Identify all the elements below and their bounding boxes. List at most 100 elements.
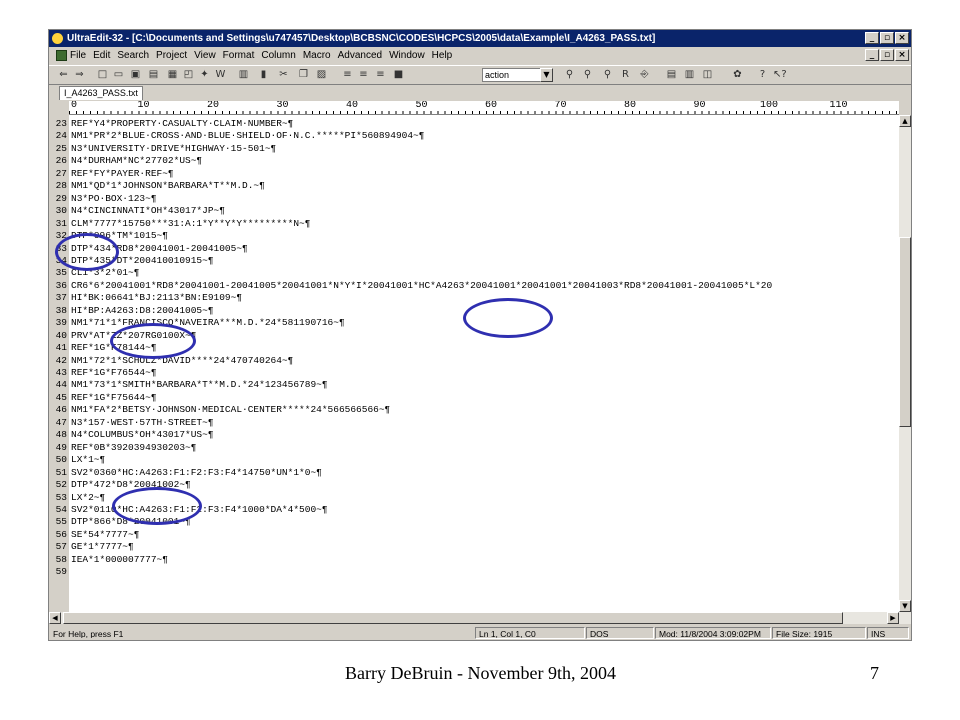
- tile-vertical-icon[interactable]: ▥: [683, 68, 696, 81]
- text-line[interactable]: 49 REF*0B*3920394930203~¶: [49, 442, 197, 454]
- word-wrap-icon[interactable]: W: [214, 68, 227, 81]
- menu-macro[interactable]: Macro: [303, 48, 331, 64]
- find-in-files-icon[interactable]: ⎆: [638, 68, 651, 81]
- vertical-scroll-thumb[interactable]: [899, 237, 911, 427]
- copy-icon[interactable]: ❐: [297, 68, 310, 81]
- document-icon[interactable]: [56, 50, 67, 61]
- text-line[interactable]: 37 HI*BK:06641*BJ:2113*BN:E9109~¶: [49, 292, 242, 304]
- menu-format[interactable]: Format: [223, 48, 255, 64]
- new-file-icon[interactable]: □: [96, 68, 109, 81]
- hex-mode-icon[interactable]: ▥: [237, 68, 250, 81]
- find-icon[interactable]: ⚲: [563, 68, 576, 81]
- text-line[interactable]: 41 REF*1G*F78144~¶: [49, 342, 157, 354]
- replace-icon[interactable]: R: [619, 68, 632, 81]
- menu-view[interactable]: View: [194, 48, 216, 64]
- line-number: 52: [55, 479, 67, 491]
- text-line[interactable]: 26 N4*DURHAM*NC*27702*US~¶: [49, 155, 203, 167]
- text-line[interactable]: 55 DTP*866*D8*20041001~¶: [49, 516, 191, 528]
- scroll-right-icon[interactable]: ▶: [887, 612, 899, 624]
- text-line[interactable]: 31 CLM*7777*15750***31:A:1*Y**Y*Y********…: [49, 218, 311, 230]
- tile-horizontal-icon[interactable]: ▤: [665, 68, 678, 81]
- menu-project[interactable]: Project: [156, 48, 187, 64]
- text-line[interactable]: 24 NM1*PR*2*BLUE·CROSS·AND·BLUE·SHIELD·OF…: [49, 130, 425, 142]
- text-line[interactable]: 27 REF*FY*PAYER·REF~¶: [49, 168, 174, 180]
- spell-check-icon[interactable]: ✦: [198, 68, 211, 81]
- text-line[interactable]: 40 PRV*AT*ZZ*207RG0100X~¶: [49, 330, 197, 342]
- doc-close-button[interactable]: ×: [895, 49, 909, 61]
- align-left-icon[interactable]: ≡: [341, 68, 354, 81]
- combo-dropdown-icon[interactable]: ▼: [540, 68, 553, 82]
- text-line[interactable]: 36 CR6*6*20041001*RD8*20041001-20041005*2…: [49, 280, 773, 292]
- menu-advanced[interactable]: Advanced: [338, 48, 382, 64]
- doc-restore-button[interactable]: ▫: [880, 49, 894, 61]
- cascade-icon[interactable]: ◫: [701, 68, 714, 81]
- bookmark-icon[interactable]: ▮: [257, 68, 270, 81]
- save-icon[interactable]: ▤: [147, 68, 160, 81]
- paste-icon[interactable]: ▨: [315, 68, 328, 81]
- text-area[interactable]: 23 REF*Y4*PROPERTY·CASUALTY·CLAIM·NUMBER~…: [56, 115, 899, 612]
- file-tab[interactable]: I_A4263_PASS.txt: [59, 86, 143, 100]
- scroll-up-icon[interactable]: ▲: [899, 115, 911, 127]
- menu-column[interactable]: Column: [261, 48, 295, 64]
- help-icon[interactable]: ?: [756, 68, 769, 81]
- horizontal-scrollbar[interactable]: ◀ ▶: [49, 612, 911, 624]
- menu-search[interactable]: Search: [117, 48, 149, 64]
- close-button[interactable]: ×: [895, 32, 909, 44]
- text-line[interactable]: 57 GE*1*7777~¶: [49, 541, 134, 553]
- cut-icon[interactable]: ✂: [277, 68, 290, 81]
- minimize-button[interactable]: _: [865, 32, 879, 44]
- text-line[interactable]: 28 NM1*QD*1*JOHNSON*BARBARA*T**M.D.~¶: [49, 180, 265, 192]
- text-line[interactable]: 53 LX*2~¶: [49, 492, 106, 504]
- menu-help[interactable]: Help: [432, 48, 453, 64]
- text-line[interactable]: 52 DTP*472*D8*20041002~¶: [49, 479, 191, 491]
- print-preview-icon[interactable]: ◰: [182, 68, 195, 81]
- text-line[interactable]: 58 IEA*1*000007777~¶: [49, 554, 168, 566]
- text-line[interactable]: 54 SV2*0110*HC:A4263:F1:F2:F3:F4*1000*DA*…: [49, 504, 328, 516]
- forward-icon[interactable]: ⇒: [73, 68, 86, 81]
- text-line[interactable]: 56 SE*54*7777~¶: [49, 529, 140, 541]
- text-line[interactable]: 29 N3*PO·BOX·123~¶: [49, 193, 157, 205]
- text-line[interactable]: 34 DTP*435*DT*200410010915~¶: [49, 255, 214, 267]
- text-line[interactable]: 38 HI*BP:A4263:D8:20041005~¶: [49, 305, 214, 317]
- text-line[interactable]: 35 CL1*3*2*01~¶: [49, 267, 140, 279]
- vertical-scrollbar[interactable]: ▲ ▼: [899, 115, 911, 612]
- print-icon[interactable]: ▦: [166, 68, 179, 81]
- close-file-icon[interactable]: ▣: [129, 68, 142, 81]
- text-line[interactable]: 47 N3*157·WEST·57TH·STREET~¶: [49, 417, 214, 429]
- find-next-icon[interactable]: ⚲: [581, 68, 594, 81]
- text-line[interactable]: 50 LX*1~¶: [49, 454, 106, 466]
- text-line[interactable]: 59: [49, 566, 71, 578]
- context-help-icon[interactable]: ↖?: [773, 68, 787, 81]
- align-right-icon[interactable]: ≡: [374, 68, 387, 81]
- scroll-left-icon[interactable]: ◀: [49, 612, 61, 624]
- text-line[interactable]: 45 REF*1G*F75644~¶: [49, 392, 157, 404]
- settings-icon[interactable]: ✿: [731, 68, 744, 81]
- text-line[interactable]: 33 DTP*434*RD8*20041001-20041005~¶: [49, 243, 248, 255]
- ruler-label: 90: [693, 101, 706, 111]
- line-text: REF*Y4*PROPERTY·CASUALTY·CLAIM·NUMBER~¶: [71, 118, 294, 129]
- text-line[interactable]: 23 REF*Y4*PROPERTY·CASUALTY·CLAIM·NUMBER~…: [49, 118, 294, 130]
- text-line[interactable]: 39 NM1*71*1*FRANCISCO*NAVEIRA***M.D.*24*5…: [49, 317, 345, 329]
- text-line[interactable]: 44 NM1*73*1*SMITH*BARBARA*T**M.D.*24*1234…: [49, 379, 328, 391]
- menu-file[interactable]: File: [70, 48, 86, 64]
- horizontal-scroll-thumb[interactable]: [63, 612, 843, 624]
- back-icon[interactable]: ⇐: [57, 68, 70, 81]
- align-center-icon[interactable]: ≡: [357, 68, 370, 81]
- doc-minimize-button[interactable]: _: [865, 49, 879, 61]
- text-line[interactable]: 43 REF*1G*F76544~¶: [49, 367, 157, 379]
- text-line[interactable]: 46 NM1*FA*2*BETSY·JOHNSON·MEDICAL·CENTER*…: [49, 404, 391, 416]
- scroll-down-icon[interactable]: ▼: [899, 600, 911, 612]
- text-line[interactable]: 42 NM1*72*1*SCHOLZ*DAVID****24*470740264~…: [49, 355, 294, 367]
- maximize-button[interactable]: ▫: [880, 32, 894, 44]
- text-line[interactable]: 48 N4*COLUMBUS*OH*43017*US~¶: [49, 429, 214, 441]
- text-line[interactable]: 25 N3*UNIVERSITY·DRIVE*HIGHWAY·15-501~¶: [49, 143, 277, 155]
- text-line[interactable]: 32 DTP*096*TM*1015~¶: [49, 230, 168, 242]
- text-line[interactable]: 30 N4*CINCINNATI*OH*43017*JP~¶: [49, 205, 225, 217]
- open-folder-icon[interactable]: ▭: [112, 68, 125, 81]
- menu-edit[interactable]: Edit: [93, 48, 110, 64]
- find-prev-icon[interactable]: ⚲: [601, 68, 614, 81]
- menu-bar: File Edit Search Project View Format Column Mac…: [49, 48, 911, 64]
- text-line[interactable]: 51 SV2*0360*HC:A4263:F1:F2:F3:F4*14750*UN…: [49, 467, 322, 479]
- menu-window[interactable]: Window: [389, 48, 425, 64]
- justify-icon[interactable]: ■: [392, 68, 405, 81]
